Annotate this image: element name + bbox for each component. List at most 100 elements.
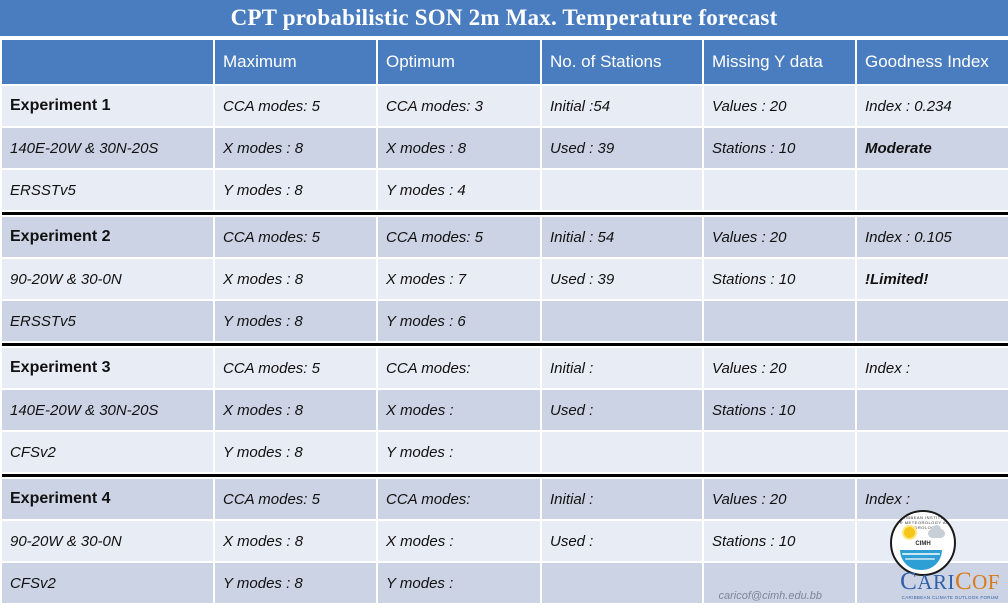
- maximum-cca-modes: CCA modes: 5: [215, 348, 376, 388]
- block-separator-bar: [2, 212, 1008, 215]
- experiment-dataset: CFSv2: [2, 432, 213, 472]
- goodness-empty: [857, 170, 1008, 210]
- optimum-x-modes: X modes : 8: [378, 128, 540, 168]
- table-body-experiment-1: Experiment 1 CCA modes: 5 CCA modes: 3 I…: [2, 86, 1008, 215]
- optimum-y-modes: Y modes : 4: [378, 170, 540, 210]
- missing-empty: [704, 432, 855, 472]
- table-row: Experiment 2 CCA modes: 5 CCA modes: 5 I…: [2, 217, 1008, 257]
- block-separator-bar: [2, 474, 1008, 477]
- missing-stations: Stations : 10: [704, 259, 855, 299]
- table-row: Experiment 3 CCA modes: 5 CCA modes: Ini…: [2, 348, 1008, 388]
- column-header-blank: [2, 40, 213, 84]
- missing-stations: Stations : 10: [704, 521, 855, 561]
- missing-values: Values : 20: [704, 348, 855, 388]
- experiment-name: Experiment 1: [2, 86, 213, 126]
- table-body-experiment-3: Experiment 3 CCA modes: 5 CCA modes: Ini…: [2, 348, 1008, 477]
- experiment-name: Experiment 4: [2, 479, 213, 519]
- optimum-x-modes: X modes :: [378, 521, 540, 561]
- block-separator: [2, 343, 1008, 346]
- maximum-cca-modes: CCA modes: 5: [215, 86, 376, 126]
- table-row: CFSv2 Y modes : 8 Y modes :: [2, 563, 1008, 603]
- optimum-cca-modes: CCA modes:: [378, 479, 540, 519]
- stations-empty: [542, 563, 702, 603]
- experiment-dataset: ERSSTv5: [2, 170, 213, 210]
- column-header-optimum: Optimum: [378, 40, 540, 84]
- missing-empty: [704, 301, 855, 341]
- maximum-y-modes: Y modes : 8: [215, 432, 376, 472]
- missing-empty: [704, 170, 855, 210]
- experiment-dataset: CFSv2: [2, 563, 213, 603]
- table-row: 90-20W & 30-0N X modes : 8 X modes : Use…: [2, 521, 1008, 561]
- table-row: 140E-20W & 30N-20S X modes : 8 X modes :…: [2, 390, 1008, 430]
- stations-initial: Initial : 54: [542, 217, 702, 257]
- maximum-x-modes: X modes : 8: [215, 390, 376, 430]
- optimum-x-modes: X modes : 7: [378, 259, 540, 299]
- table-row: Experiment 4 CCA modes: 5 CCA modes: Ini…: [2, 479, 1008, 519]
- experiment-domain: 90-20W & 30-0N: [2, 259, 213, 299]
- stations-initial: Initial :: [542, 348, 702, 388]
- goodness-verdict: !Limited!: [857, 259, 1008, 299]
- maximum-y-modes: Y modes : 8: [215, 301, 376, 341]
- column-header-goodness-index: Goodness Index: [857, 40, 1008, 84]
- goodness-index-value: Index : 0.105: [857, 217, 1008, 257]
- maximum-y-modes: Y modes : 8: [215, 170, 376, 210]
- maximum-y-modes: Y modes : 8: [215, 563, 376, 603]
- optimum-cca-modes: CCA modes:: [378, 348, 540, 388]
- experiment-dataset: ERSSTv5: [2, 301, 213, 341]
- column-header-no-of-stations: No. of Stations: [542, 40, 702, 84]
- goodness-verdict: Moderate: [857, 128, 1008, 168]
- stations-empty: [542, 170, 702, 210]
- stations-empty: [542, 301, 702, 341]
- missing-values: Values : 20: [704, 479, 855, 519]
- slide-title-bar: CPT probabilistic SON 2m Max. Temperatur…: [0, 0, 1008, 36]
- experiment-domain: 140E-20W & 30N-20S: [2, 128, 213, 168]
- optimum-y-modes: Y modes : 6: [378, 301, 540, 341]
- page-title: CPT probabilistic SON 2m Max. Temperatur…: [230, 5, 778, 30]
- goodness-verdict: [857, 521, 1008, 561]
- goodness-index-value: Index :: [857, 479, 1008, 519]
- missing-stations: Stations : 10: [704, 390, 855, 430]
- table-body-experiment-4: Experiment 4 CCA modes: 5 CCA modes: Ini…: [2, 479, 1008, 603]
- table-row: CFSv2 Y modes : 8 Y modes :: [2, 432, 1008, 472]
- goodness-empty: [857, 432, 1008, 472]
- stations-empty: [542, 432, 702, 472]
- experiment-name: Experiment 3: [2, 348, 213, 388]
- block-separator-bar: [2, 343, 1008, 346]
- stations-used: Used :: [542, 521, 702, 561]
- optimum-y-modes: Y modes :: [378, 432, 540, 472]
- optimum-cca-modes: CCA modes: 5: [378, 217, 540, 257]
- block-separator: [2, 212, 1008, 215]
- block-separator: [2, 474, 1008, 477]
- missing-values: Values : 20: [704, 217, 855, 257]
- maximum-cca-modes: CCA modes: 5: [215, 217, 376, 257]
- maximum-x-modes: X modes : 8: [215, 128, 376, 168]
- table-row: ERSSTv5 Y modes : 8 Y modes : 4: [2, 170, 1008, 210]
- experiment-name: Experiment 2: [2, 217, 213, 257]
- table-header-row: Maximum Optimum No. of Stations Missing …: [2, 40, 1008, 84]
- stations-used: Used : 39: [542, 128, 702, 168]
- missing-values: Values : 20: [704, 86, 855, 126]
- missing-stations: Stations : 10: [704, 128, 855, 168]
- stations-initial: Initial :54: [542, 86, 702, 126]
- stations-used: Used : 39: [542, 259, 702, 299]
- table-row: ERSSTv5 Y modes : 8 Y modes : 6: [2, 301, 1008, 341]
- table-body-experiment-2: Experiment 2 CCA modes: 5 CCA modes: 5 I…: [2, 217, 1008, 346]
- optimum-x-modes: X modes :: [378, 390, 540, 430]
- maximum-cca-modes: CCA modes: 5: [215, 479, 376, 519]
- column-header-maximum: Maximum: [215, 40, 376, 84]
- goodness-empty: [857, 563, 1008, 603]
- table-row: 90-20W & 30-0N X modes : 8 X modes : 7 U…: [2, 259, 1008, 299]
- goodness-index-value: Index : 0.234: [857, 86, 1008, 126]
- contact-email: caricof@cimh.edu.bb: [718, 590, 823, 602]
- experiment-domain: 90-20W & 30-0N: [2, 521, 213, 561]
- goodness-verdict: [857, 390, 1008, 430]
- table-row: 140E-20W & 30N-20S X modes : 8 X modes :…: [2, 128, 1008, 168]
- cpt-results-table: Maximum Optimum No. of Stations Missing …: [0, 38, 1008, 605]
- optimum-cca-modes: CCA modes: 3: [378, 86, 540, 126]
- goodness-index-value: Index :: [857, 348, 1008, 388]
- experiment-domain: 140E-20W & 30N-20S: [2, 390, 213, 430]
- maximum-x-modes: X modes : 8: [215, 521, 376, 561]
- maximum-x-modes: X modes : 8: [215, 259, 376, 299]
- stations-initial: Initial :: [542, 479, 702, 519]
- optimum-y-modes: Y modes :: [378, 563, 540, 603]
